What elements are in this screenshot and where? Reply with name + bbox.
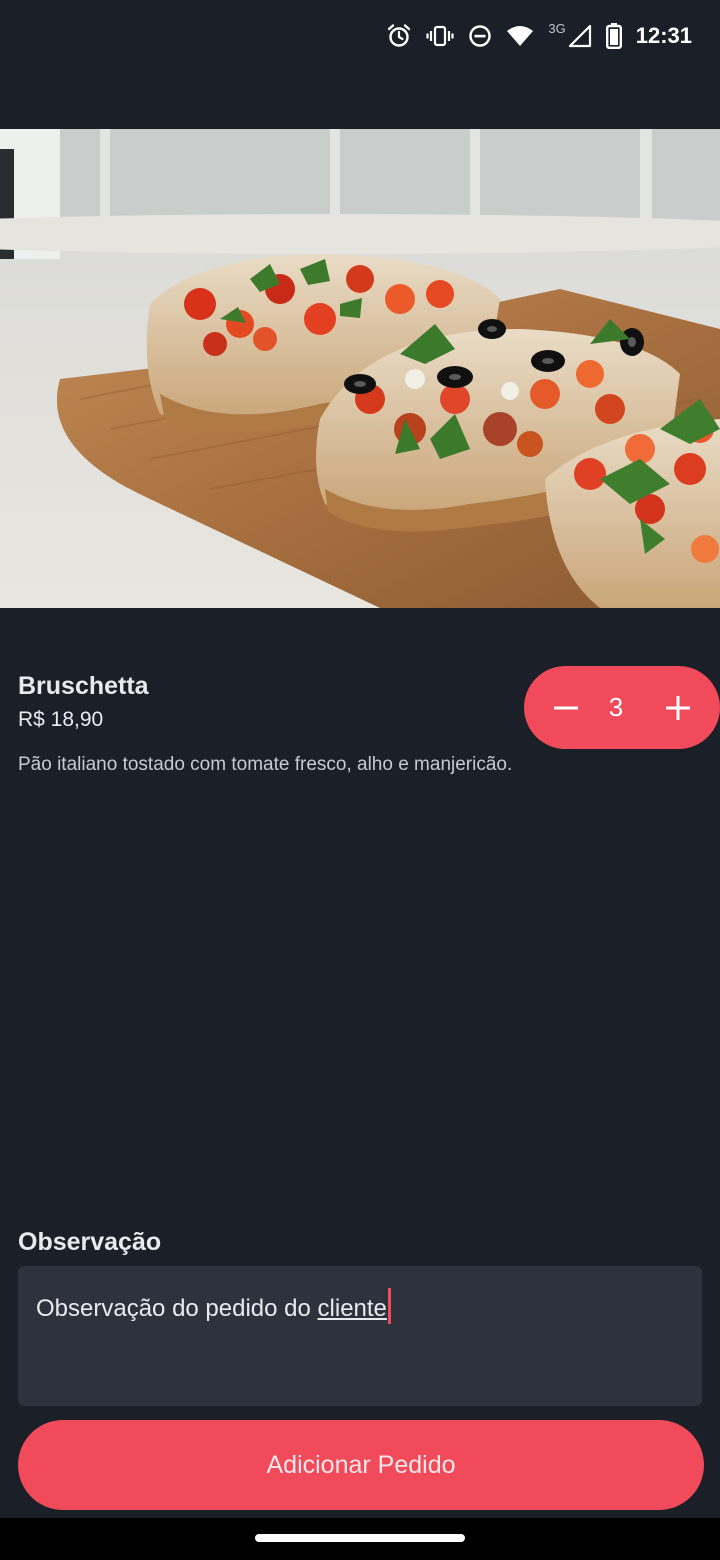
quantity-value: 3 xyxy=(608,692,624,722)
minus-icon xyxy=(554,706,578,709)
observation-value-underlined: cliente xyxy=(317,1295,387,1322)
add-order-button[interactable]: Adicionar Pedido xyxy=(18,1420,704,1510)
network-type-label: 3G xyxy=(548,21,566,36)
home-gesture-handle[interactable] xyxy=(255,1534,465,1542)
observation-label: Observação xyxy=(18,1228,162,1256)
status-bar: 3G 12:31 xyxy=(0,0,720,72)
battery-icon xyxy=(605,23,622,49)
increment-button[interactable] xyxy=(636,666,720,749)
do-not-disturb-icon xyxy=(469,25,492,47)
quantity-stepper: 3 xyxy=(524,666,720,749)
product-description: Pão italiano tostado com tomate fresco, … xyxy=(18,754,513,775)
navigation-bar xyxy=(0,1518,720,1560)
plus-icon xyxy=(666,695,690,720)
vibrate-icon xyxy=(426,25,454,47)
product-name: Bruschetta xyxy=(18,672,149,700)
wifi-icon xyxy=(507,26,534,46)
signal-icon xyxy=(568,24,591,48)
product-price: R$ 18,90 xyxy=(18,708,104,731)
observation-field[interactable]: Observação do pedido do cliente xyxy=(18,1266,702,1406)
alarm-icon xyxy=(388,24,411,47)
observation-value-prefix: Observação do pedido do xyxy=(36,1295,318,1322)
text-caret xyxy=(387,1288,391,1324)
bruschetta-photo xyxy=(0,129,720,608)
status-time: 12:31 xyxy=(635,23,692,48)
observation-value: Observação do pedido do cliente xyxy=(36,1288,391,1324)
product-image xyxy=(0,129,720,608)
